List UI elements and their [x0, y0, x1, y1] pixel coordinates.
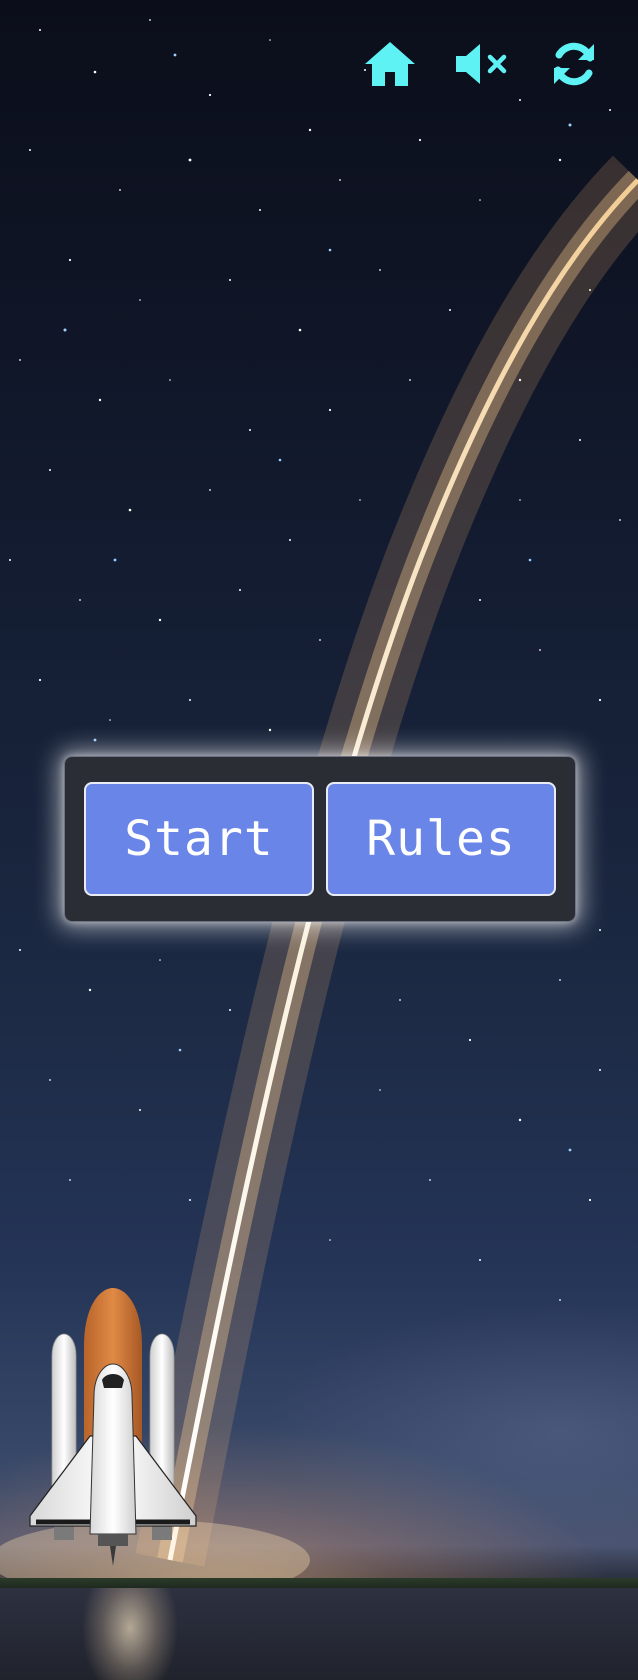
horizon-treeline — [0, 1578, 638, 1588]
home-icon — [365, 42, 415, 86]
rules-button[interactable]: Rules — [326, 782, 556, 896]
restart-button[interactable] — [546, 36, 602, 92]
home-button[interactable] — [362, 36, 418, 92]
game-toolbar — [362, 36, 602, 92]
space-shuttle-sprite — [29, 1288, 197, 1566]
water-reflection — [0, 1588, 638, 1680]
game-scene: Start Rules — [0, 0, 638, 1680]
mute-button[interactable] — [454, 36, 510, 92]
main-menu-panel: Start Rules — [64, 756, 576, 922]
speaker-muted-icon — [456, 44, 507, 84]
start-button[interactable]: Start — [84, 782, 314, 896]
refresh-icon — [554, 42, 594, 86]
